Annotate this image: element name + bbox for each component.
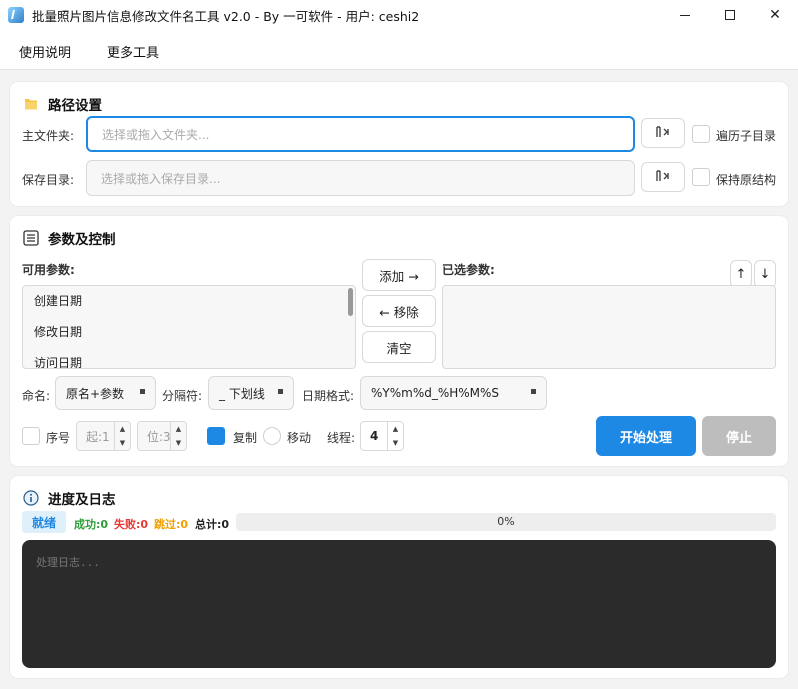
spin-up-icon[interactable]: ▲	[120, 425, 125, 433]
dropdown-icon	[531, 389, 536, 394]
separator-label: 分隔符:	[162, 389, 203, 403]
separator-select[interactable]: _ 下划线	[208, 376, 294, 410]
maximize-icon	[725, 10, 735, 20]
spin-up-icon[interactable]: ▲	[176, 425, 181, 433]
naming-select[interactable]: 原名+参数	[55, 376, 156, 410]
copy-checkbox[interactable]	[207, 427, 225, 445]
menu-item-help[interactable]: 使用说明	[19, 42, 71, 61]
menu-item-more-tools[interactable]: 更多工具	[107, 42, 159, 61]
menu-bar: 使用说明 更多工具	[0, 30, 798, 70]
fail-count: 失败:0	[114, 518, 149, 531]
skip-count: 跳过:0	[154, 518, 189, 531]
window-title: 批量照片图片信息修改文件名工具 v2.0 - By 一可软件 - 用户: ces…	[32, 8, 420, 24]
list-item[interactable]: 访问日期	[23, 348, 355, 368]
list-item[interactable]: 创建日期	[23, 286, 355, 317]
minimize-icon	[680, 14, 690, 16]
dropdown-icon	[278, 389, 283, 394]
selected-params-label: 已选参数:	[442, 263, 495, 277]
sequence-checkbox[interactable]	[22, 427, 40, 445]
dropdown-icon	[140, 389, 145, 394]
list-icon	[22, 229, 40, 247]
scrollbar-thumb[interactable]	[348, 288, 353, 316]
success-count: 成功:0	[74, 518, 109, 531]
browse-icon	[655, 125, 671, 142]
log-textarea[interactable]: 处理日志...	[22, 540, 776, 668]
params-control-panel: 参数及控制 可用参数: 创建日期 修改日期 访问日期 添加 → ← 移除 清空 …	[10, 216, 788, 466]
browse-icon	[655, 169, 671, 186]
date-format-label: 日期格式:	[302, 389, 355, 403]
start-processing-button[interactable]: 开始处理	[596, 416, 696, 456]
sequence-start-spinbox[interactable]: 起:1 ▲ ▼	[76, 421, 131, 451]
maximize-button[interactable]	[707, 0, 753, 30]
recurse-subdirs-checkbox[interactable]	[692, 125, 710, 143]
add-param-button[interactable]: 添加 →	[362, 259, 436, 291]
copy-label: 复制	[233, 431, 258, 445]
info-icon	[22, 489, 40, 507]
path-settings-panel: 路径设置 主文件夹: 选择或拖入文件夹... 遍历子目录 保存目录: 选择或拖入…	[10, 82, 788, 206]
spin-arrows[interactable]: ▲ ▼	[114, 422, 130, 450]
keep-structure-label: 保持原结构	[716, 173, 777, 187]
minimize-button[interactable]	[662, 0, 708, 30]
naming-label: 命名:	[22, 389, 51, 403]
spin-arrows[interactable]: ▲ ▼	[170, 422, 186, 450]
selected-params-list[interactable]	[442, 285, 776, 369]
move-label: 移动	[287, 431, 312, 445]
browse-save-dir-button[interactable]	[641, 162, 685, 192]
list-item[interactable]: 修改日期	[23, 317, 355, 348]
recurse-subdirs-label: 遍历子目录	[716, 129, 777, 143]
status-badge: 就绪	[22, 511, 66, 533]
app-icon	[8, 7, 24, 23]
progress-log-title: 进度及日志	[22, 488, 116, 508]
main-folder-label: 主文件夹:	[22, 129, 75, 143]
total-count: 总计:0	[195, 518, 230, 531]
params-control-title: 参数及控制	[22, 228, 116, 248]
progress-log-panel: 进度及日志 就绪 成功:0 失败:0 跳过:0 总计:0 0% 处理日志...	[10, 476, 788, 678]
remove-param-button[interactable]: ← 移除	[362, 295, 436, 327]
save-dir-label: 保存目录:	[22, 173, 75, 187]
clear-params-button[interactable]: 清空	[362, 331, 436, 363]
available-params-label: 可用参数:	[22, 263, 75, 277]
date-format-select[interactable]: %Y%m%d_%H%M%S	[360, 376, 547, 410]
move-up-button[interactable]: ↑	[730, 260, 752, 288]
stop-button[interactable]: 停止	[702, 416, 776, 456]
title-bar: 批量照片图片信息修改文件名工具 v2.0 - By 一可软件 - 用户: ces…	[0, 0, 798, 30]
spin-down-icon[interactable]: ▼	[120, 439, 125, 447]
sequence-digits-spinbox[interactable]: 位:3 ▲ ▼	[137, 421, 187, 451]
available-params-list[interactable]: 创建日期 修改日期 访问日期	[22, 285, 356, 369]
progress-bar: 0%	[236, 513, 776, 531]
browse-main-folder-button[interactable]	[641, 118, 685, 148]
keep-structure-checkbox[interactable]	[692, 168, 710, 186]
sequence-label: 序号	[46, 431, 71, 445]
spin-down-icon[interactable]: ▼	[176, 439, 181, 447]
close-button[interactable]: ✕	[752, 0, 798, 30]
spin-down-icon[interactable]: ▼	[393, 439, 398, 447]
spin-up-icon[interactable]: ▲	[393, 425, 398, 433]
move-down-button[interactable]: ↓	[754, 260, 776, 288]
main-folder-input[interactable]: 选择或拖入文件夹...	[86, 116, 635, 152]
spin-arrows[interactable]: ▲ ▼	[387, 422, 403, 450]
folder-icon	[22, 95, 40, 113]
threads-spinbox[interactable]: 4 ▲ ▼	[360, 421, 404, 451]
progress-text: 0%	[497, 515, 515, 528]
save-dir-input[interactable]: 选择或拖入保存目录...	[86, 160, 635, 196]
threads-label: 线程:	[327, 431, 356, 445]
move-radio[interactable]	[263, 427, 281, 445]
close-icon: ✕	[769, 7, 781, 23]
path-settings-title: 路径设置	[22, 94, 102, 114]
